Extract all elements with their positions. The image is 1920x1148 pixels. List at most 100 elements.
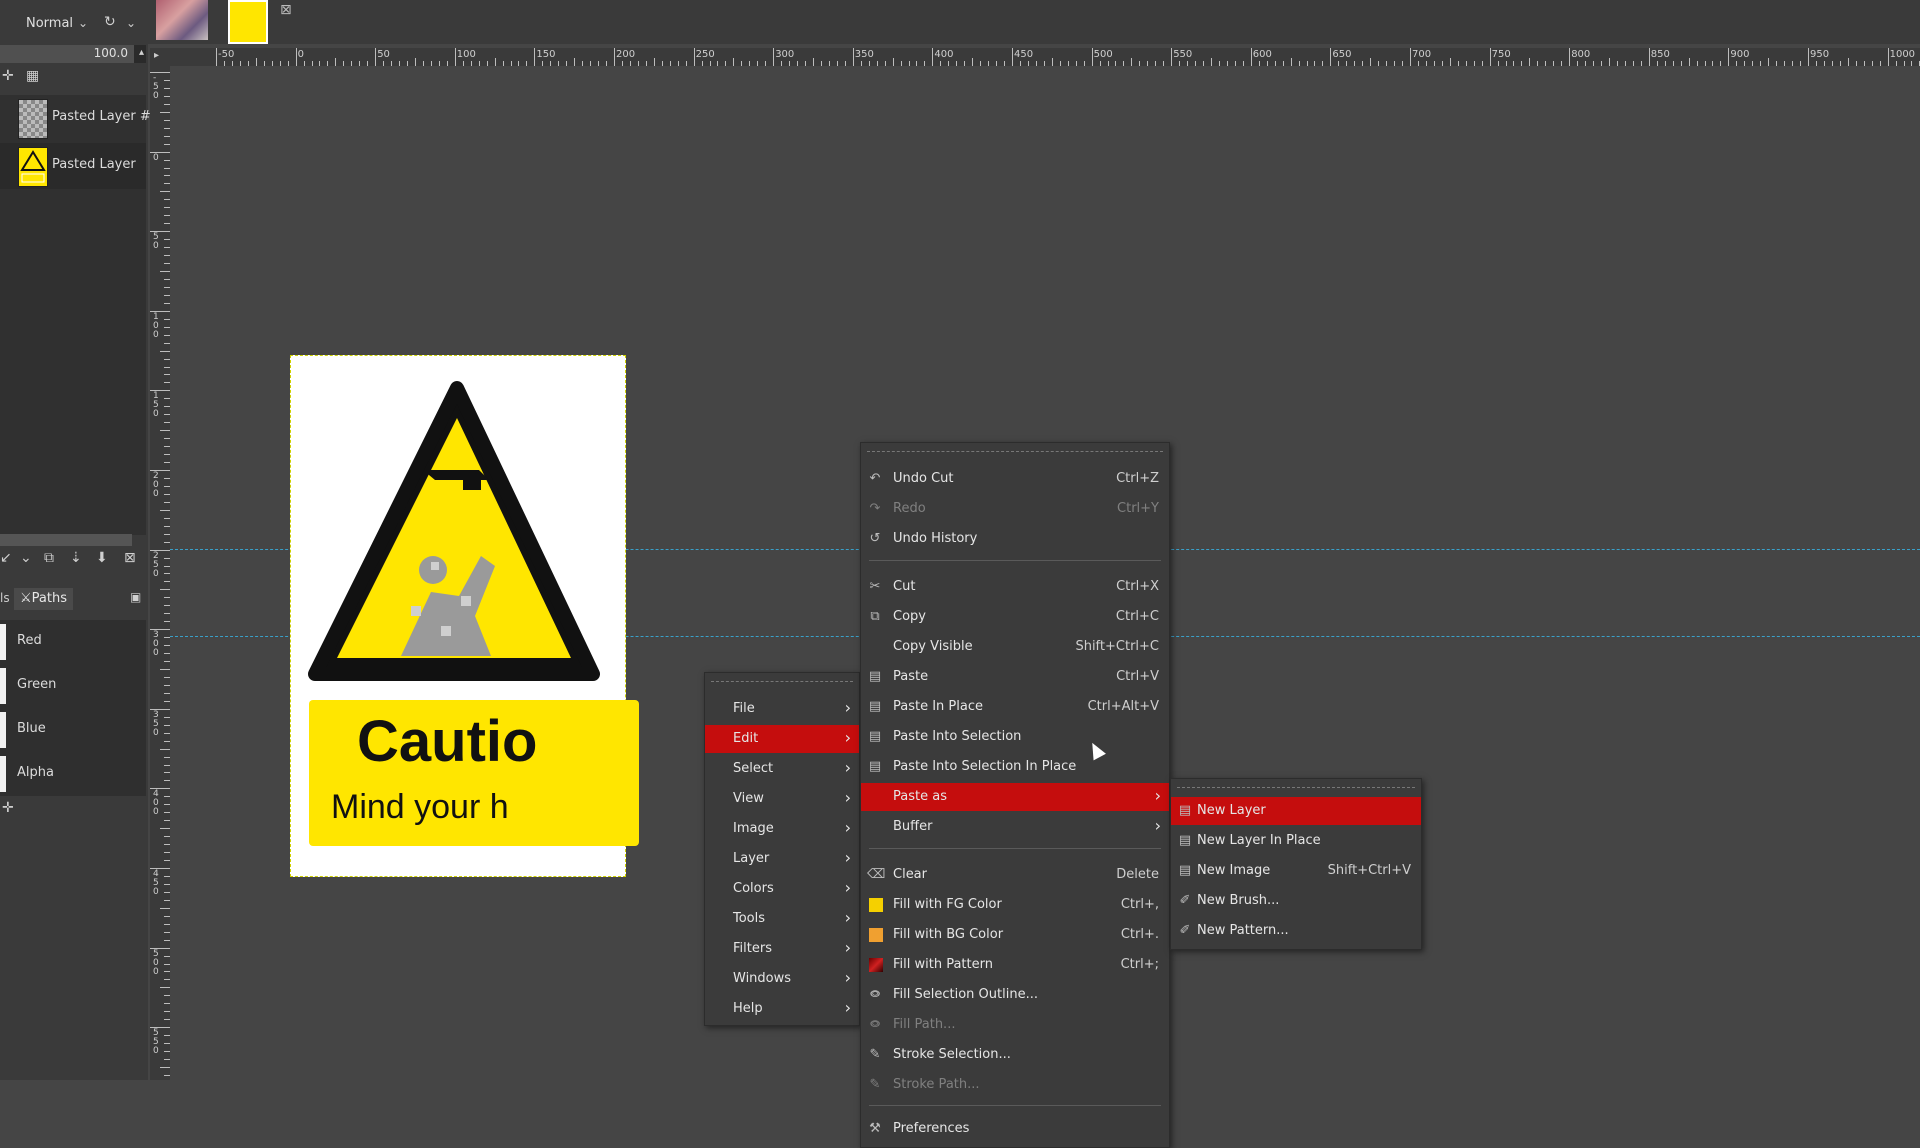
vertical-ruler[interactable]: - 5 0 0 5 0 1 0 0 1 5 0 2 0 0 2 5 0 3 0 0 3 5 0 4…	[150, 66, 170, 1080]
menu-item-new-image[interactable]: ▤ New Image Shift+Ctrl+V	[1171, 857, 1421, 885]
menu-item-label: Paste as	[893, 789, 947, 804]
pattern-swatch	[869, 958, 883, 972]
channel-row-red[interactable]: Red	[0, 620, 146, 664]
menu-item-paste-as[interactable]: Paste as ›	[861, 783, 1169, 811]
menu-item-fill-path[interactable]: ⭖ Fill Path...	[861, 1011, 1169, 1039]
menu-item-view[interactable]: View ›	[705, 785, 859, 813]
menu-item-fill-bg[interactable]: Fill with BG Color Ctrl+.	[861, 921, 1169, 949]
channel-row-alpha[interactable]: Alpha	[0, 752, 146, 796]
duplicate-layer-icon[interactable]: ⧉	[44, 550, 54, 566]
ruler-minor-tick	[1211, 58, 1212, 66]
ruler-label: 0	[153, 152, 159, 163]
menu-item-paste[interactable]: ▤ Paste Ctrl+V	[861, 663, 1169, 691]
menu-item-paste-in-place[interactable]: ▤ Paste In Place Ctrl+Alt+V	[861, 693, 1169, 721]
chevron-down-icon[interactable]: ⌄	[78, 16, 88, 30]
menu-item-fill-selection-outline[interactable]: ⭖ Fill Selection Outline...	[861, 981, 1169, 1009]
layer-name: Pasted Layer	[52, 157, 136, 172]
chevron-down-icon[interactable]: ⌄	[126, 16, 136, 30]
menu-item-paste-into-selection[interactable]: ▤ Paste Into Selection	[861, 723, 1169, 751]
ruler-label: 350	[854, 49, 874, 60]
menu-item-copy-visible[interactable]: Copy Visible Shift+Ctrl+C	[861, 633, 1169, 661]
menu-item-buffer[interactable]: Buffer ›	[861, 813, 1169, 841]
horizontal-ruler[interactable]: -50 0 50 100 150 200 250 300 350 400 450 500 550 600 6…	[170, 48, 1920, 66]
ruler-label: 1000	[1889, 49, 1916, 60]
raise-layer-icon[interactable]: ↙	[0, 550, 12, 566]
layer-thumbnail	[18, 99, 48, 139]
menu-item-stroke-selection[interactable]: ✎ Stroke Selection...	[861, 1041, 1169, 1069]
ruler-tick	[1012, 48, 1013, 66]
menu-item-new-layer-in-place[interactable]: ▤ New Layer In Place	[1171, 827, 1421, 855]
menu-item-new-pattern[interactable]: ✐ New Pattern...	[1171, 917, 1421, 945]
menu-item-paste-into-selection-in-place[interactable]: ▤ Paste Into Selection In Place	[861, 753, 1169, 781]
menu-item-undo-history[interactable]: ↺ Undo History	[861, 525, 1169, 553]
canvas[interactable]: Cautio Mind your h File › Edit › Select › V…	[170, 66, 1920, 1148]
tab-menu-icon[interactable]: ▣	[130, 590, 141, 604]
delete-layer-icon[interactable]: ⊠	[124, 550, 136, 566]
lock-alpha-icon[interactable]: ▦	[26, 68, 39, 84]
menu-item-fill-pattern[interactable]: Fill with Pattern Ctrl+;	[861, 951, 1169, 979]
spin-icon[interactable]: ▴	[139, 47, 144, 58]
menu-item-file[interactable]: File ›	[705, 695, 859, 723]
menu-separator	[869, 848, 1161, 849]
menu-item-tools[interactable]: Tools ›	[705, 905, 859, 933]
menu-item-select[interactable]: Select ›	[705, 755, 859, 783]
warning-triangle-icon	[308, 381, 600, 681]
menu-item-new-brush[interactable]: ✐ New Brush...	[1171, 887, 1421, 915]
ruler-label: 100	[456, 49, 476, 60]
menu-item-label: New Image	[1197, 863, 1271, 878]
ruler-tick	[1489, 48, 1491, 66]
menu-item-label: Colors	[733, 881, 774, 896]
menu-item-clear[interactable]: ⌫ Clear Delete	[861, 861, 1169, 889]
menu-tearoff[interactable]	[867, 451, 1163, 452]
image-tab-caution[interactable]	[228, 0, 268, 44]
lock-position-icon[interactable]: ✛	[2, 68, 14, 84]
menu-item-new-layer[interactable]: ▤ New Layer	[1171, 797, 1421, 825]
menu-item-copy[interactable]: ⧉ Copy Ctrl+C	[861, 603, 1169, 631]
menu-item-label: Edit	[733, 731, 759, 746]
menu-item-windows[interactable]: Windows ›	[705, 965, 859, 993]
tab-paths[interactable]: ⚔Paths	[14, 588, 73, 610]
ruler-tick	[1648, 48, 1650, 66]
menu-item-image[interactable]: Image ›	[705, 815, 859, 843]
tab-channels[interactable]: ls	[0, 591, 10, 605]
new-path-icon[interactable]: ✛	[2, 800, 14, 816]
menu-item-redo[interactable]: ↷ Redo Ctrl+Y	[861, 495, 1169, 523]
layer-row[interactable]: Pasted Layer	[0, 143, 146, 189]
ruler-tick	[1330, 48, 1332, 66]
close-tab-icon[interactable]: ⊠	[280, 2, 292, 18]
reset-mode-icon[interactable]: ↻	[104, 14, 116, 30]
channel-row-blue[interactable]: Blue	[0, 708, 146, 752]
menu-item-label: Fill with Pattern	[893, 957, 993, 972]
image-tab-thumbnail[interactable]	[156, 0, 208, 40]
channel-thumbnail	[0, 624, 6, 660]
menu-item-undo-cut[interactable]: ↶ Undo Cut Ctrl+Z	[861, 465, 1169, 493]
menu-item-label: Filters	[733, 941, 772, 956]
layer-row[interactable]: Pasted Layer #	[0, 95, 151, 141]
anchor-layer-icon[interactable]: ⇣	[70, 550, 82, 566]
menu-item-preferences[interactable]: ⚒ Preferences	[861, 1115, 1169, 1143]
menu-item-label: Image	[733, 821, 774, 836]
menu-item-edit[interactable]: Edit ›	[705, 725, 859, 753]
menu-item-stroke-path[interactable]: ✎ Stroke Path...	[861, 1071, 1169, 1099]
menu-item-filters[interactable]: Filters ›	[705, 935, 859, 963]
menu-item-colors[interactable]: Colors ›	[705, 875, 859, 903]
menu-item-cut[interactable]: ✂ Cut Ctrl+X	[861, 573, 1169, 601]
chevron-right-icon: ›	[844, 998, 851, 1017]
opacity-slider[interactable]: 100.0 ▴	[0, 45, 146, 63]
menu-item-fill-fg[interactable]: Fill with FG Color Ctrl+,	[861, 891, 1169, 919]
channel-row-green[interactable]: Green	[0, 664, 146, 708]
lower-layer-icon[interactable]: ⌄	[20, 550, 32, 566]
merge-layer-icon[interactable]: ⬇	[96, 550, 108, 566]
menu-item-layer[interactable]: Layer ›	[705, 845, 859, 873]
menu-tearoff[interactable]	[711, 681, 853, 682]
menu-tearoff[interactable]	[1177, 787, 1415, 788]
menu-item-label: Undo Cut	[893, 471, 954, 486]
menu-item-help[interactable]: Help ›	[705, 995, 859, 1023]
ruler-minor-tick	[1768, 58, 1770, 66]
ruler-label: 5 5 0	[153, 1028, 159, 1057]
ruler-minor-tick	[160, 669, 170, 670]
layer-mode-select[interactable]: Normal	[26, 16, 73, 31]
layers-scrollbar[interactable]	[0, 534, 132, 546]
ruler-corner[interactable]: ▸	[150, 48, 170, 66]
image-layer[interactable]: Cautio Mind your h	[290, 355, 639, 877]
